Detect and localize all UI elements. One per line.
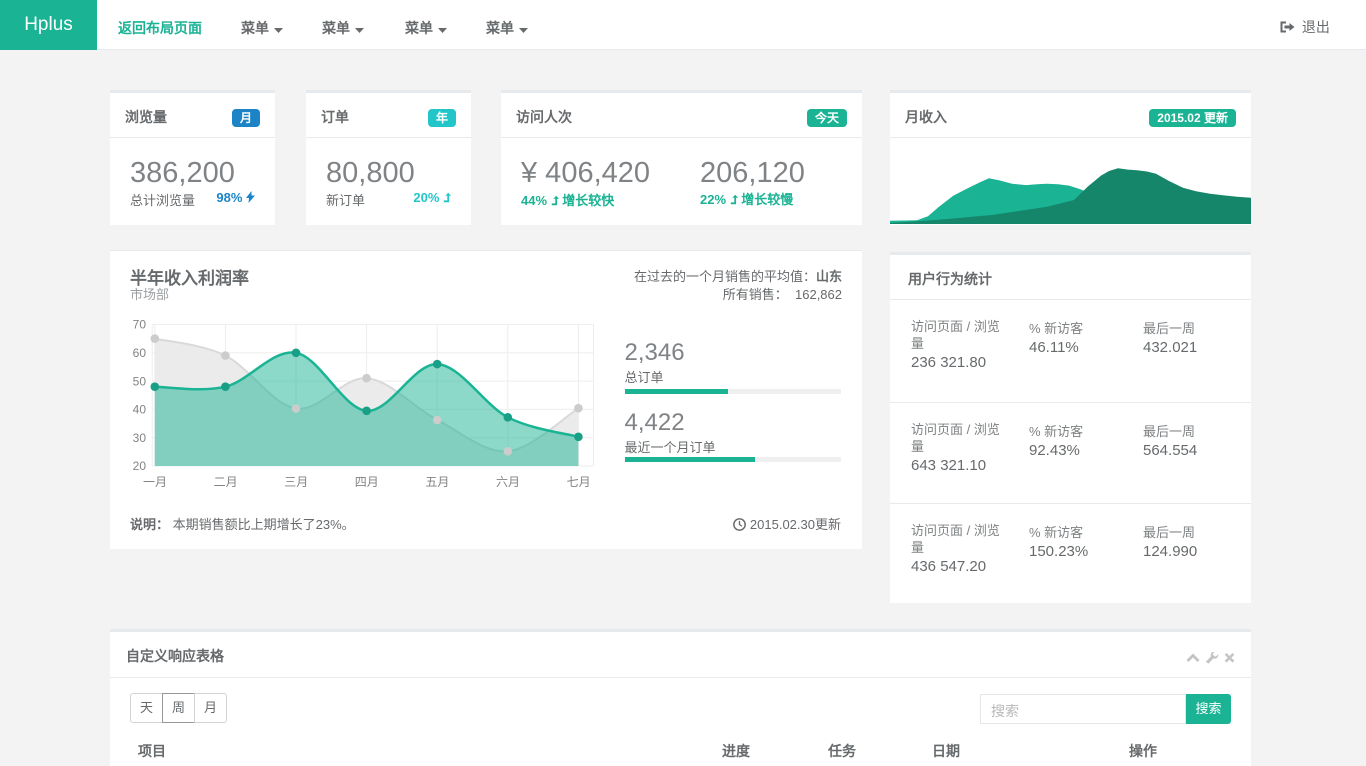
svg-text:70: 70	[133, 318, 147, 332]
svg-text:30: 30	[133, 431, 147, 445]
svg-text:二月: 二月	[214, 475, 238, 489]
svg-text:50: 50	[133, 374, 147, 388]
svg-text:60: 60	[133, 346, 147, 360]
svg-text:六月: 六月	[496, 475, 520, 489]
svg-text:四月: 四月	[355, 475, 379, 489]
svg-text:一月: 一月	[143, 475, 167, 489]
svg-text:五月: 五月	[425, 475, 449, 489]
svg-text:三月: 三月	[284, 475, 308, 489]
svg-text:七月: 七月	[567, 475, 591, 489]
svg-text:20: 20	[133, 459, 147, 473]
svg-text:40: 40	[133, 403, 147, 417]
